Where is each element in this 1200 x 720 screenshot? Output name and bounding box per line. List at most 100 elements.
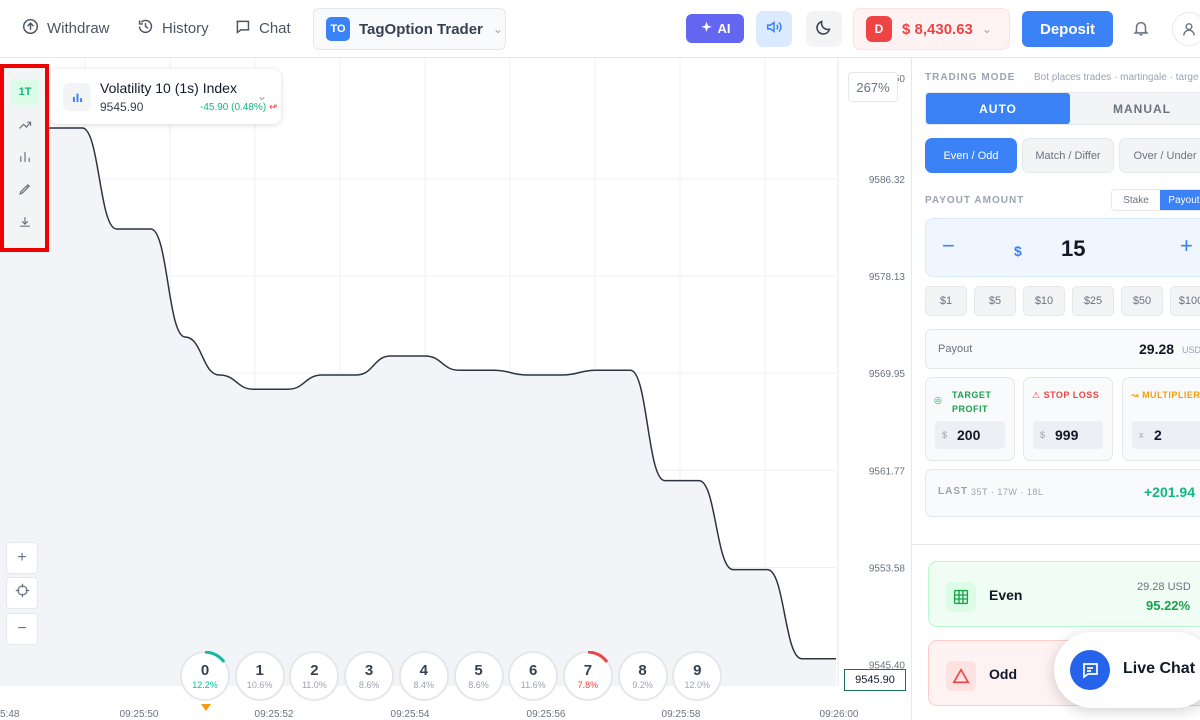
- digit-value: 9: [693, 662, 702, 679]
- last-session-row: LAST 35T · 17W · 18L +201.94: [925, 469, 1200, 517]
- digit-7: 7 7.8%: [562, 651, 613, 701]
- digit-percentage: 8.6%: [358, 680, 380, 690]
- y-tick-label: 9586.32: [869, 175, 906, 186]
- theme-toggle[interactable]: [806, 11, 842, 47]
- strategy-even-odd[interactable]: Even / Odd: [925, 138, 1017, 173]
- stop-loss-value: 999: [1055, 427, 1079, 443]
- chat-link[interactable]: Chat: [234, 18, 291, 39]
- zoom-indicator: 267%: [848, 72, 898, 102]
- digit-value: 6: [529, 662, 538, 679]
- x-tick-label: 09:25:50: [120, 709, 159, 720]
- trade-panel: TRADING MODE Bot places trades · marting…: [911, 58, 1200, 720]
- decrease-button[interactable]: −: [942, 233, 955, 259]
- deposit-button[interactable]: Deposit: [1022, 11, 1113, 47]
- digit-value: 3: [364, 662, 374, 679]
- crosshair-button[interactable]: [6, 577, 38, 609]
- symbol-price: 9545.90: [100, 100, 144, 114]
- balance-badge: D: [866, 16, 892, 42]
- account-switcher[interactable]: TO TagOption Trader ⌄: [313, 8, 506, 50]
- sound-toggle[interactable]: [756, 11, 792, 47]
- even-button[interactable]: Even 29.28 USD 95.22%: [928, 561, 1200, 627]
- speaker-icon: [765, 18, 783, 41]
- price-chart[interactable]: 9586.32 9578.13 9569.95 9561.77 9553.58 9545.…: [0, 58, 911, 720]
- x-tick-label: 09:25:58: [662, 709, 701, 720]
- target-profit-title: ◎ TARGET PROFIT: [934, 388, 1014, 416]
- last-stats: 35T · 17W · 18L: [971, 487, 1044, 497]
- y-tick-label: 9561.77: [869, 466, 906, 477]
- even-payout: 29.28 USD: [1137, 581, 1191, 593]
- stake-option[interactable]: Stake: [1112, 190, 1160, 210]
- chart-toolbar: 1T: [0, 64, 49, 252]
- sparkline-icon: ↫: [268, 102, 278, 113]
- payout-value: 29.28: [1139, 341, 1175, 357]
- withdraw-link[interactable]: Withdraw: [22, 18, 110, 39]
- stake-payout-toggle: Stake Payout: [1111, 189, 1200, 211]
- grid-icon: [946, 582, 976, 612]
- balance-selector[interactable]: D $ 8,430.63 ⌄: [853, 8, 1010, 50]
- divider: [912, 544, 1200, 545]
- digit-5: 5 8.6%: [453, 651, 504, 701]
- current-price-tag: 9545.90: [844, 669, 906, 691]
- bell-icon[interactable]: [1132, 19, 1150, 42]
- timeframe-button[interactable]: 1T: [11, 79, 39, 105]
- quick-amount-100[interactable]: $100: [1170, 286, 1200, 316]
- zoom-out-button[interactable]: −: [6, 613, 38, 645]
- x-tick-label: 09:25:54: [391, 709, 430, 720]
- history-label: History: [162, 20, 209, 37]
- account-badge: TO: [326, 17, 350, 41]
- strategy-match-differ[interactable]: Match / Differ: [1022, 138, 1114, 173]
- trend-icon[interactable]: [11, 112, 39, 138]
- zoom-in-button[interactable]: +: [6, 542, 38, 574]
- chat-label: Chat: [259, 20, 291, 37]
- draw-icon[interactable]: [11, 176, 39, 202]
- stop-loss-title: ⚠ STOP LOSS: [1032, 388, 1099, 402]
- multiplier-input[interactable]: x 2: [1132, 421, 1200, 449]
- symbol-selector[interactable]: Volatility 10 (1s) Index 9545.90 -45.90 …: [50, 69, 281, 124]
- increase-button[interactable]: +: [1180, 233, 1193, 259]
- chevron-down-icon: ⌄: [257, 89, 268, 103]
- history-icon: [137, 18, 154, 39]
- quick-amount-25[interactable]: $25: [1072, 286, 1114, 316]
- stop-loss-card: ⚠ STOP LOSS $ 999: [1023, 377, 1113, 461]
- odd-label: Odd: [989, 666, 1017, 682]
- triangle-icon: [946, 661, 976, 691]
- bar-chart-icon[interactable]: [11, 144, 39, 170]
- y-tick-label: 9553.58: [869, 564, 906, 575]
- y-tick-label: 9578.13: [869, 272, 906, 283]
- payout-option[interactable]: Payout: [1160, 190, 1200, 210]
- last-label: LAST: [938, 486, 969, 497]
- stop-loss-label: STOP LOSS: [1043, 390, 1100, 400]
- multiplier-card: ↝ MULTIPLIER x 2: [1122, 377, 1200, 461]
- target-profit-value: 200: [957, 427, 981, 443]
- digit-percentage: 12.0%: [684, 680, 711, 690]
- quick-amount-50[interactable]: $50: [1121, 286, 1163, 316]
- bar-chart-icon: [63, 83, 91, 111]
- user-icon[interactable]: [1172, 12, 1200, 46]
- amount-input[interactable]: 15: [1061, 236, 1085, 262]
- moon-icon: [815, 18, 833, 41]
- digit-value: 8: [638, 662, 647, 679]
- strategy-over-under[interactable]: Over / Under: [1119, 138, 1200, 173]
- trend-icon: ↝: [1131, 390, 1140, 400]
- quick-amount-10[interactable]: $10: [1023, 286, 1065, 316]
- chat-bubble-icon: [1070, 650, 1110, 690]
- quick-amount-1[interactable]: $1: [925, 286, 967, 316]
- trading-mode-label: TRADING MODE: [925, 72, 1016, 83]
- history-link[interactable]: History: [137, 18, 209, 39]
- withdraw-icon: [22, 18, 39, 39]
- digit-highlight-arc: [587, 651, 609, 663]
- target-profit-input[interactable]: $ 200: [935, 421, 1005, 449]
- live-chat-button[interactable]: Live Chat: [1054, 632, 1200, 708]
- plus-icon: +: [17, 549, 27, 566]
- quick-amount-5[interactable]: $5: [974, 286, 1016, 316]
- digit-percentage: 11.6%: [520, 680, 546, 690]
- warning-icon: ⚠: [1032, 390, 1041, 400]
- chart-area[interactable]: 9586.32 9578.13 9569.95 9561.77 9553.58 9545.…: [0, 58, 911, 720]
- download-icon[interactable]: [11, 209, 39, 235]
- ai-button[interactable]: AI: [686, 14, 744, 43]
- stop-loss-input[interactable]: $ 999: [1033, 421, 1103, 449]
- x-tick-label: 09:26:00: [820, 709, 859, 720]
- minus-icon: −: [17, 620, 27, 637]
- tab-auto[interactable]: AUTO: [926, 93, 1070, 124]
- tab-manual[interactable]: MANUAL: [1070, 93, 1200, 124]
